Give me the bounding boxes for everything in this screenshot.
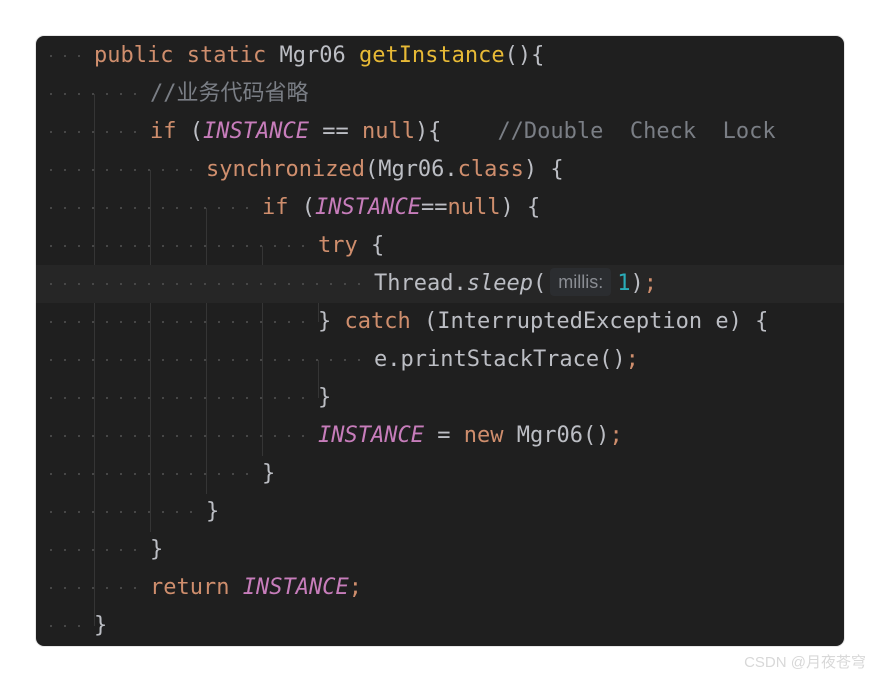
code-body[interactable]: public static Mgr06 getInstance(){ //业务代… [36, 37, 844, 645]
punctuation: } [262, 461, 276, 486]
punctuation: ( [176, 119, 203, 144]
expression: e.printStackTrace() [374, 347, 626, 372]
constant: INSTANCE [203, 119, 309, 144]
number-literal: 1 [617, 271, 631, 296]
keyword: null [447, 195, 501, 220]
punctuation: ( [288, 195, 315, 220]
semicolon: ; [609, 423, 623, 448]
punctuation: ( [532, 271, 547, 296]
method-name: getInstance [358, 43, 505, 68]
keyword: null [361, 119, 415, 144]
keyword: if [150, 119, 177, 144]
constant: INSTANCE [315, 195, 421, 220]
code-line-15[interactable]: return INSTANCE; [36, 569, 844, 607]
code-line-8[interactable]: } catch (InterruptedException e) { [36, 303, 844, 341]
punctuation: ){ [414, 119, 442, 144]
expression: Mgr06() [503, 423, 610, 448]
code-line-12[interactable]: } [36, 455, 844, 493]
code-line-5[interactable]: if (INSTANCE==null) { [36, 189, 844, 227]
keyword: new [463, 423, 504, 448]
constant: INSTANCE [318, 423, 424, 448]
code-line-7-current[interactable]: Thread.sleep(millis: 1); [36, 265, 844, 303]
punctuation: (){ [504, 43, 545, 68]
punctuation: ) [630, 271, 644, 296]
punctuation: } [206, 499, 220, 524]
punctuation: } [318, 309, 345, 334]
keyword: public [94, 43, 174, 68]
keyword: try [318, 233, 358, 258]
punctuation: } [318, 385, 332, 410]
keyword: static [186, 43, 267, 68]
comment: //Double Check Lock [497, 119, 776, 144]
code-line-1[interactable]: public static Mgr06 getInstance(){ [36, 37, 844, 75]
punctuation: { [357, 233, 385, 258]
comment: //业务代码省略 [150, 81, 309, 106]
keyword: if [262, 195, 289, 220]
constant: INSTANCE [242, 575, 349, 600]
code-line-10[interactable]: } [36, 379, 844, 417]
punctuation: ) { [500, 195, 541, 220]
code-line-4[interactable]: synchronized(Mgr06.class) { [36, 151, 844, 189]
parameter-hint: millis: [550, 268, 612, 296]
code-line-13[interactable]: } [36, 493, 844, 531]
type-name: Mgr06 [279, 43, 346, 68]
operator: = [423, 423, 464, 448]
watermark: CSDN @月夜苍穹 [744, 654, 866, 671]
semicolon: ; [625, 347, 639, 372]
code-line-16[interactable]: } [36, 607, 844, 645]
keyword: catch [344, 309, 411, 334]
code-line-3[interactable]: if (INSTANCE == null){ //Double Check Loc… [36, 113, 844, 151]
expression: Thread. [374, 271, 467, 296]
keyword: synchronized [206, 157, 365, 182]
punctuation: } [94, 613, 108, 638]
method-name: sleep [466, 271, 533, 296]
code-editor[interactable]: public static Mgr06 getInstance(){ //业务代… [36, 36, 844, 646]
code-line-6[interactable]: try { [36, 227, 844, 265]
code-line-11[interactable]: INSTANCE = new Mgr06(); [36, 417, 844, 455]
code-line-9[interactable]: e.printStackTrace(); [36, 341, 844, 379]
expression: (Mgr06. [364, 157, 458, 182]
expression: (InterruptedException e) { [410, 309, 769, 334]
operator: == [420, 195, 448, 220]
semicolon: ; [643, 271, 657, 296]
semicolon: ; [348, 575, 362, 600]
keyword: class [457, 157, 524, 182]
punctuation: ) { [523, 157, 564, 182]
keyword: return [150, 575, 230, 600]
operator: == [308, 119, 362, 144]
punctuation: } [150, 537, 164, 562]
code-line-2[interactable]: //业务代码省略 [36, 75, 844, 113]
code-line-14[interactable]: } [36, 531, 844, 569]
